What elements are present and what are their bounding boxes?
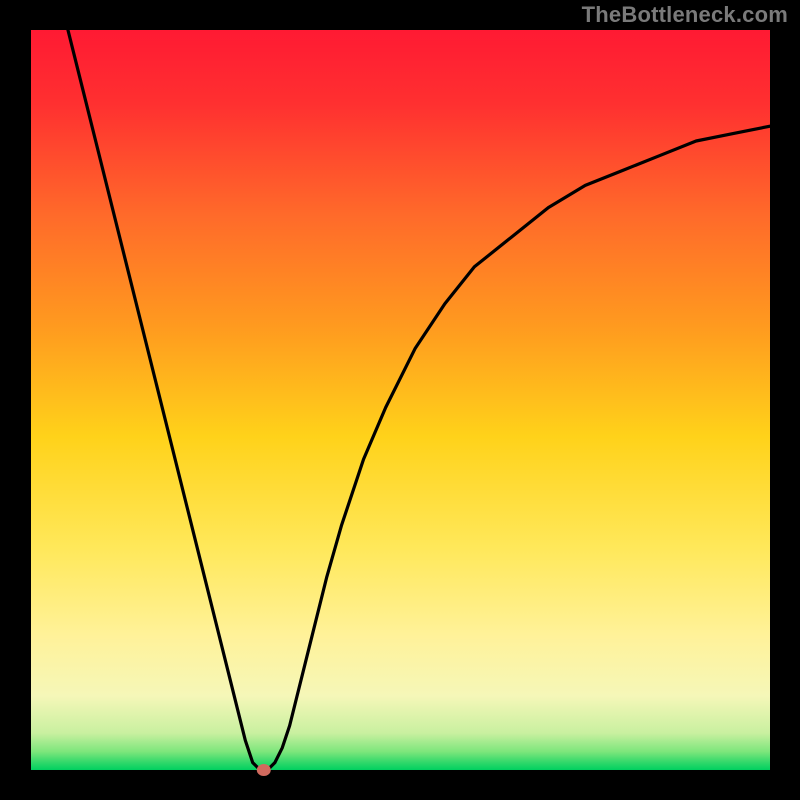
watermark-label: TheBottleneck.com (582, 2, 788, 28)
minimum-marker (257, 764, 271, 776)
bottleneck-chart (0, 0, 800, 800)
gradient-background (31, 30, 770, 770)
chart-frame: TheBottleneck.com (0, 0, 800, 800)
